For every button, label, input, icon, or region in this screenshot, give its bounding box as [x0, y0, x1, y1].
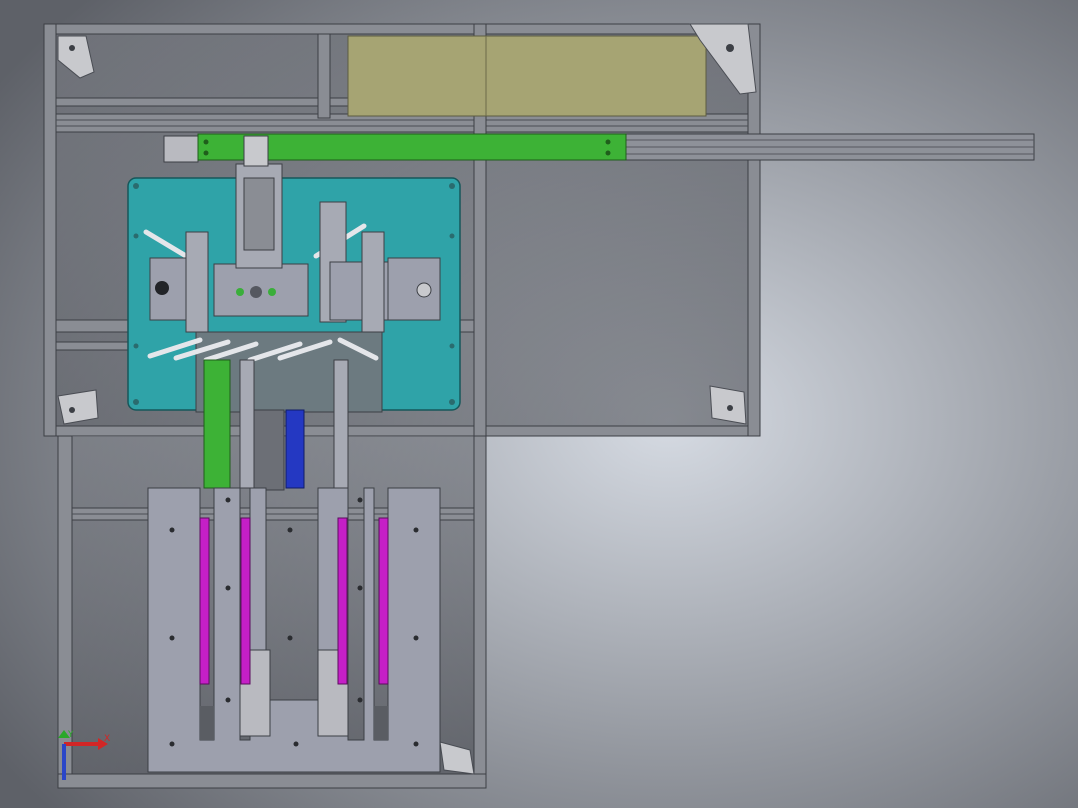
cyan-mounting-plate[interactable] [127, 135, 461, 413]
y-axis-label: Y [67, 730, 74, 740]
assembly-drawing: X Y [0, 0, 1078, 808]
actuator-motor [163, 135, 199, 163]
lower-frame-right-rail [473, 435, 487, 789]
crossbar-upper [55, 113, 749, 133]
crossbar-short [55, 97, 349, 107]
green-actuator[interactable] [163, 133, 627, 163]
corner-bracket-bottom-right [709, 385, 747, 425]
upper-frame-left-rail [43, 23, 57, 437]
cad-viewport[interactable]: X Y [0, 0, 1078, 808]
x-axis-label: X [104, 734, 110, 744]
side-extrusion[interactable] [599, 133, 1035, 161]
upper-frame-top-rail [43, 23, 761, 35]
corner-bracket-bottom-left [57, 389, 99, 425]
upright-left [317, 33, 331, 119]
lower-frame-bottom-rail [57, 773, 487, 789]
upper-frame-bottom-rail [43, 425, 761, 437]
cover-panel [347, 35, 707, 117]
